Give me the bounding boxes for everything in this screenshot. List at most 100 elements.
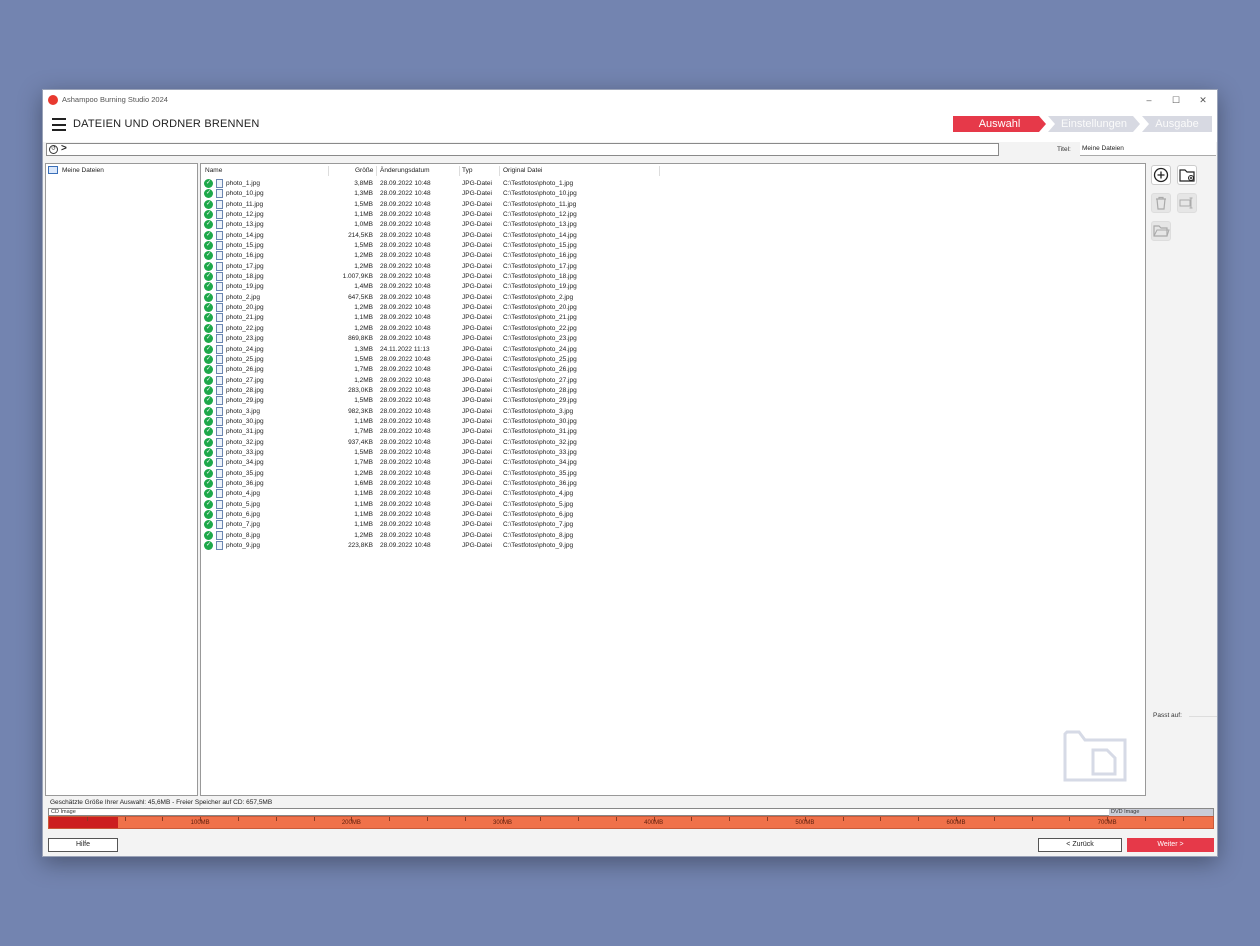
capacity-tick (313, 817, 315, 821)
table-row[interactable]: ✓ photo_3.jpg 982,3KB 28.09.2022 10:48 JPG-D… (201, 406, 661, 417)
next-button[interactable]: Weiter > (1127, 838, 1214, 852)
close-button[interactable]: ✕ (1193, 93, 1213, 107)
table-row[interactable]: ✓ photo_2.jpg 647,5KB 28.09.2022 10:48 JPG-D… (201, 292, 661, 303)
check-icon: ✓ (204, 427, 213, 437)
table-row[interactable]: ✓ photo_35.jpg 1,2MB 28.09.2022 10:48 JPG-Da… (201, 468, 661, 479)
cell-size: 1,2MB (354, 304, 373, 312)
table-row[interactable]: ✓ photo_27.jpg 1,2MB 28.09.2022 10:48 JPG-Da… (201, 375, 661, 386)
table-row[interactable]: ✓ photo_33.jpg 1,5MB 28.09.2022 10:48 JPG-Da… (201, 447, 661, 458)
table-row[interactable]: ✓ photo_31.jpg 1,7MB 28.09.2022 10:48 JPG-Da… (201, 427, 661, 437)
table-row[interactable]: ✓ photo_32.jpg 937,4KB 28.09.2022 10:48 JPG-… (201, 437, 661, 448)
table-row[interactable]: ✓ photo_6.jpg 1,1MB 28.09.2022 10:48 JPG-Dat… (201, 510, 661, 520)
open-folder-icon[interactable] (1151, 221, 1171, 241)
cell-name: photo_9.jpg (226, 542, 260, 550)
table-row[interactable]: ✓ photo_18.jpg 1.007,9KB 28.09.2022 10:48 JP… (201, 272, 661, 282)
check-icon: ✓ (204, 354, 213, 364)
table-row[interactable]: ✓ photo_19.jpg 1,4MB 28.09.2022 10:48 JPG-Da… (201, 282, 661, 292)
capacity-tick-label: 500MB (795, 820, 815, 826)
table-row[interactable]: ✓ photo_12.jpg 1,1MB 28.09.2022 10:48 JPG-Da… (201, 210, 661, 220)
image-file-icon (216, 499, 223, 509)
table-row[interactable]: ✓ photo_10.jpg 1,3MB 28.09.2022 10:48 JPG-Da… (201, 189, 661, 199)
cell-size: 1,7MB (354, 366, 373, 374)
table-row[interactable]: ✓ photo_36.jpg 1,6MB 28.09.2022 10:48 JPG-Da… (201, 478, 661, 489)
file-list: Name Größe Änderungsdatum Typ Original D… (200, 163, 1146, 796)
column-header-type[interactable]: Typ (462, 167, 472, 177)
cell-type: JPG-Datei (462, 262, 492, 270)
cell-type: JPG-Datei (462, 211, 492, 219)
cell-type: JPG-Datei (462, 231, 492, 239)
cell-size: 1,3MB (354, 190, 373, 198)
add-file-icon[interactable] (1151, 165, 1171, 185)
cell-date: 28.09.2022 10:48 (380, 428, 431, 436)
image-file-icon (216, 416, 223, 426)
cell-original: C:\Testfotos\photo_9.jpg (503, 542, 574, 550)
cell-name: photo_26.jpg (226, 366, 264, 374)
column-header-original[interactable]: Original Datei (503, 167, 542, 177)
step-ausgabe[interactable]: Ausgabe (1142, 116, 1212, 132)
table-row[interactable]: ✓ photo_29.jpg 1,5MB 28.09.2022 10:48 JPG-Da… (201, 396, 661, 406)
cell-original: C:\Testfotos\photo_15.jpg (503, 242, 577, 250)
cell-type: JPG-Datei (462, 397, 492, 405)
table-row[interactable]: ✓ photo_1.jpg 3,8MB 28.09.2022 10:48 JPG-Dat… (201, 179, 661, 189)
cell-date: 28.09.2022 10:48 (380, 190, 431, 198)
check-icon: ✓ (204, 468, 213, 478)
cell-original: C:\Testfotos\photo_22.jpg (503, 324, 577, 332)
folder-watermark-icon (1063, 730, 1127, 782)
cell-name: photo_2.jpg (226, 293, 260, 301)
delete-icon[interactable] (1151, 193, 1171, 213)
table-row[interactable]: ✓ photo_7.jpg 1,1MB 28.09.2022 10:48 JPG-Dat… (201, 520, 661, 530)
help-button[interactable]: Hilfe (48, 838, 118, 852)
table-row[interactable]: ✓ photo_13.jpg 1,0MB 28.09.2022 10:48 JPG-Da… (201, 220, 661, 230)
step-einstellungen[interactable]: Einstellungen (1048, 116, 1140, 132)
history-icon[interactable]: ↺ (49, 145, 58, 154)
add-folder-icon[interactable] (1177, 165, 1197, 185)
title-input[interactable] (1080, 142, 1216, 156)
check-icon: ✓ (204, 199, 213, 209)
path-chevron-icon[interactable]: > (61, 143, 67, 154)
tree-item-meine-dateien[interactable]: Meine Dateien (48, 166, 104, 174)
table-row[interactable]: ✓ photo_4.jpg 1,1MB 28.09.2022 10:48 JPG-Dat… (201, 489, 661, 499)
table-row[interactable]: ✓ photo_25.jpg 1,5MB 28.09.2022 10:48 JPG-Da… (201, 354, 661, 365)
table-row[interactable]: ✓ photo_22.jpg 1,2MB 28.09.2022 10:48 JPG-Da… (201, 323, 661, 334)
back-button[interactable]: < Zurück (1038, 838, 1122, 852)
column-header-name[interactable]: Name (205, 167, 222, 177)
dvd-image-region: DVD Image (1109, 809, 1213, 816)
table-row[interactable]: ✓ photo_30.jpg 1,1MB 28.09.2022 10:48 JPG-Da… (201, 416, 661, 427)
cell-original: C:\Testfotos\photo_3.jpg (503, 407, 574, 415)
table-row[interactable]: ✓ photo_9.jpg 223,8KB 28.09.2022 10:48 JPG-D… (201, 541, 661, 551)
rename-icon[interactable] (1177, 193, 1197, 213)
table-row[interactable]: ✓ photo_24.jpg 1,3MB 24.11.2022 11:13 JPG-Da… (201, 344, 661, 355)
cell-date: 28.09.2022 10:48 (380, 459, 431, 467)
step-auswahl[interactable]: Auswahl (953, 116, 1046, 132)
cell-name: photo_21.jpg (226, 314, 264, 322)
table-row[interactable]: ✓ photo_28.jpg 283,0KB 28.09.2022 10:48 JPG-… (201, 385, 661, 396)
table-row[interactable]: ✓ photo_16.jpg 1,2MB 28.09.2022 10:48 JPG-Da… (201, 251, 661, 261)
column-header-date[interactable]: Änderungsdatum (380, 167, 430, 177)
cell-original: C:\Testfotos\photo_10.jpg (503, 190, 577, 198)
table-row[interactable]: ✓ photo_26.jpg 1,7MB 28.09.2022 10:48 JPG-Da… (201, 365, 661, 375)
check-icon: ✓ (204, 406, 213, 416)
cell-name: photo_31.jpg (226, 428, 264, 436)
table-row[interactable]: ✓ photo_17.jpg 1,2MB 28.09.2022 10:48 JPG-Da… (201, 261, 661, 272)
column-header-size[interactable]: Größe (355, 167, 373, 177)
table-row[interactable]: ✓ photo_20.jpg 1,2MB 28.09.2022 10:48 JPG-Da… (201, 303, 661, 313)
capacity-tick (389, 817, 391, 821)
image-file-icon (216, 189, 223, 199)
cell-original: C:\Testfotos\photo_6.jpg (503, 511, 574, 518)
table-row[interactable]: ✓ photo_11.jpg 1,5MB 28.09.2022 10:48 JPG-Da… (201, 199, 661, 210)
table-row[interactable]: ✓ photo_8.jpg 1,2MB 28.09.2022 10:48 JPG-Dat… (201, 530, 661, 541)
image-file-icon (216, 478, 223, 488)
table-row[interactable]: ✓ photo_15.jpg 1,5MB 28.09.2022 10:48 JPG-Da… (201, 241, 661, 251)
table-row[interactable]: ✓ photo_21.jpg 1,1MB 28.09.2022 10:48 JPG-Da… (201, 313, 661, 323)
table-row[interactable]: ✓ photo_14.jpg 214,5KB 28.09.2022 10:48 JPG-… (201, 230, 661, 241)
minimize-button[interactable]: – (1139, 93, 1159, 107)
cell-type: JPG-Datei (462, 428, 492, 436)
path-bar[interactable]: ↺ > (46, 143, 999, 156)
check-icon: ✓ (204, 447, 213, 457)
table-row[interactable]: ✓ photo_23.jpg 869,8KB 28.09.2022 10:48 JPG-… (201, 334, 661, 344)
cell-size: 1,1MB (354, 211, 373, 219)
menu-icon[interactable] (52, 118, 66, 131)
maximize-button[interactable]: ☐ (1166, 93, 1186, 107)
table-row[interactable]: ✓ photo_34.jpg 1,7MB 28.09.2022 10:48 JPG-Da… (201, 458, 661, 468)
table-row[interactable]: ✓ photo_5.jpg 1,1MB 28.09.2022 10:48 JPG-Dat… (201, 499, 661, 510)
